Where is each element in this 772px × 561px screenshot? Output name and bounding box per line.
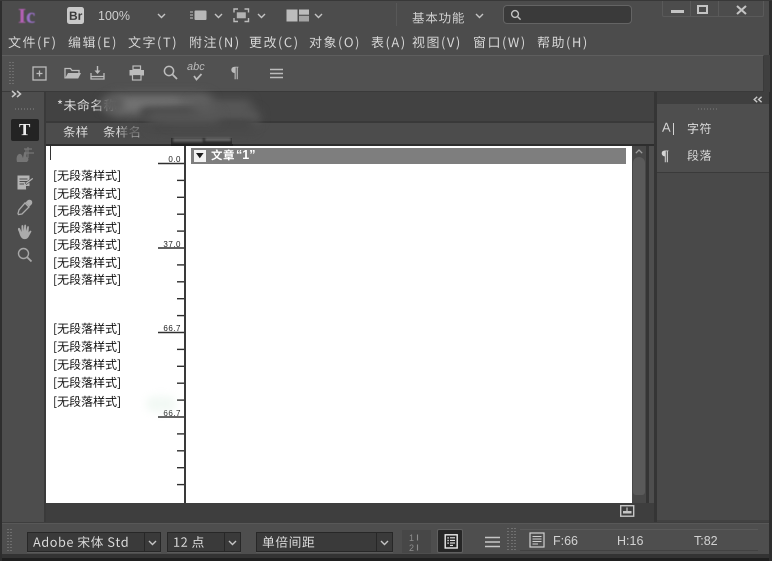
svg-text:1: 1 bbox=[409, 533, 414, 543]
svg-text:2: 2 bbox=[409, 543, 414, 553]
